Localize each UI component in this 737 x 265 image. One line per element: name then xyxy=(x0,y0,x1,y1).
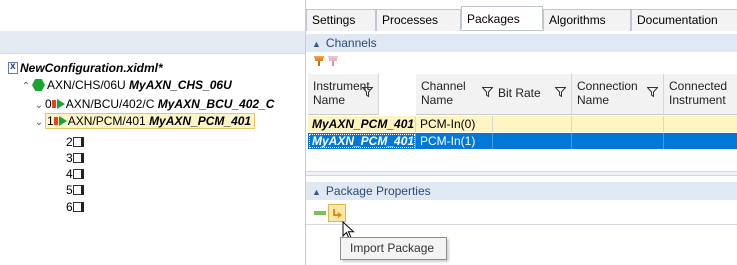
package-properties-header[interactable]: ▲ Package Properties xyxy=(306,182,737,200)
filter-icon[interactable] xyxy=(362,87,373,97)
channels-title: Channels xyxy=(325,36,377,50)
slot-index: 0 xyxy=(45,97,52,111)
table-row-selected[interactable]: MyAXN_PCM_401 PCM-In(1) xyxy=(308,133,737,149)
module-arrow-icon xyxy=(53,116,67,126)
collapse-caret-icon[interactable]: ▲ xyxy=(312,39,321,49)
tab-settings[interactable]: Settings xyxy=(306,9,376,31)
tree-slot-6-node[interactable]: 6 xyxy=(66,199,84,215)
filter-icon[interactable] xyxy=(555,87,566,97)
column-header-instrument-name[interactable]: Instrument Name xyxy=(308,74,379,115)
chassis-name: MyAXN_CHS_06U xyxy=(129,78,232,92)
import-package-tooltip: Import Package ... xyxy=(340,237,447,265)
tab-algorithms[interactable]: Algorithms xyxy=(543,9,631,31)
channels-section-header[interactable]: ▲ Channels xyxy=(306,34,737,52)
tab-strip: Settings Processes Packages Algorithms D… xyxy=(306,6,737,31)
chevron-up-icon[interactable]: ⌃ xyxy=(20,79,32,95)
tab-packages[interactable]: Packages xyxy=(461,6,543,29)
tab-processes[interactable]: Processes xyxy=(376,9,461,31)
cell-connected-instrument xyxy=(664,133,737,149)
cell-channel-name: PCM-In(0) xyxy=(416,116,493,132)
empty-slot-icon xyxy=(72,202,84,212)
tree-root-label: NewConfiguration.xidml* xyxy=(20,61,163,75)
import-package-button[interactable] xyxy=(328,204,346,222)
module-arrow-icon xyxy=(51,99,65,109)
slot-index: 1 xyxy=(47,114,54,128)
tree-slot-1-node[interactable]: ⌄ 1 AXN/PCM/401 MyAXN_PCM_401 xyxy=(33,113,256,131)
table-row[interactable]: MyAXN_PCM_401 PCM-In(0) xyxy=(308,116,737,132)
tree-slot-2-node[interactable]: 2 xyxy=(66,134,84,150)
cell-instrument-name: MyAXN_PCM_401 xyxy=(308,133,416,149)
tree-slot-4-node[interactable]: 4 xyxy=(66,166,84,182)
chassis-path: AXN/CHS/06U xyxy=(47,78,126,92)
slot-path: AXN/BCU/402/C xyxy=(65,97,155,111)
cell-channel-name: PCM-In(1) xyxy=(416,133,493,149)
column-header-line2: Instrument xyxy=(669,93,726,107)
cell-bit-rate xyxy=(493,133,572,149)
empty-slot-icon xyxy=(72,153,84,163)
cell-bit-rate xyxy=(493,116,572,132)
empty-slot-icon xyxy=(72,137,84,147)
details-pane: Settings Processes Packages Algorithms D… xyxy=(305,0,737,265)
tree-chassis-node[interactable]: ⌃ AXN/CHS/06U MyAXN_CHS_06U xyxy=(20,77,232,93)
pane-splitter[interactable] xyxy=(306,171,737,176)
slot-index: 4 xyxy=(66,167,73,181)
slot-index: 5 xyxy=(66,183,73,197)
chevron-down-icon[interactable]: ⌄ xyxy=(33,98,45,114)
pin-icon[interactable] xyxy=(313,55,325,67)
slot-name: MyAXN_PCM_401 xyxy=(149,114,252,128)
cell-connection-name xyxy=(572,116,664,132)
cell-connected-instrument xyxy=(664,116,737,132)
remove-icon[interactable] xyxy=(314,208,326,218)
chassis-icon xyxy=(32,79,45,91)
package-properties-title: Package Properties xyxy=(325,184,431,198)
column-header-channel-name[interactable]: Channel Name xyxy=(416,74,499,115)
slot-index: 3 xyxy=(66,151,73,165)
slot-name: MyAXN_BCU_402_C xyxy=(157,97,275,111)
cell-instrument-name: MyAXN_PCM_401 xyxy=(308,116,416,132)
column-header-bit-rate[interactable]: Bit Rate xyxy=(493,74,572,115)
tree-slot-0-node[interactable]: ⌄ 0 AXN/BCU/402/C MyAXN_BCU_402_C xyxy=(33,96,275,114)
tree-slot-5-node[interactable]: 5 xyxy=(66,182,84,198)
empty-slot-icon xyxy=(72,169,84,179)
selected-slot-highlight[interactable]: 1 AXN/PCM/401 MyAXN_PCM_401 xyxy=(45,113,256,129)
unpin-icon[interactable] xyxy=(327,55,339,67)
configuration-tree-pane: NewConfiguration.xidml* ⌃ AXN/CHS/06U MyA… xyxy=(0,0,305,265)
cell-connection-name xyxy=(572,133,664,149)
column-header-connected-instrument[interactable]: Connected Instrument xyxy=(664,74,737,115)
collapse-caret-icon[interactable]: ▲ xyxy=(312,187,321,197)
filter-icon[interactable] xyxy=(482,87,493,97)
package-toolbar xyxy=(306,203,737,240)
slot-index: 6 xyxy=(66,200,73,214)
tab-documentation[interactable]: Documentation xyxy=(631,9,737,31)
tree-header-strip xyxy=(0,31,305,54)
column-header-line1: Connected xyxy=(669,79,728,93)
column-header-connection-name[interactable]: Connection Name xyxy=(572,74,664,115)
filter-icon[interactable] xyxy=(647,87,658,97)
tree-root-node[interactable]: NewConfiguration.xidml* xyxy=(8,59,163,76)
slot-index: 2 xyxy=(66,135,73,149)
channels-toolbar xyxy=(306,53,737,71)
xidml-file-icon xyxy=(8,59,18,75)
empty-slot-icon xyxy=(72,185,84,195)
import-arrow-icon xyxy=(333,209,342,218)
tree-slot-3-node[interactable]: 3 xyxy=(66,150,84,166)
slot-path: AXN/PCM/401 xyxy=(67,114,146,128)
chevron-down-icon[interactable]: ⌄ xyxy=(33,115,45,131)
